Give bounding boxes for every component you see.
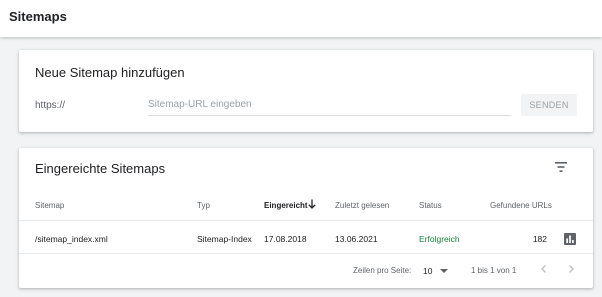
- submit-button[interactable]: SENDEN: [521, 94, 577, 116]
- chevron-right-icon[interactable]: [565, 263, 577, 275]
- url-prefix: https://: [35, 100, 66, 111]
- sitemap-url-input[interactable]: [148, 94, 511, 116]
- arrow-down-icon[interactable]: [307, 198, 317, 210]
- cell-type: Sitemap-Index: [197, 234, 252, 244]
- column-header-status[interactable]: Status: [419, 201, 442, 210]
- column-header-type[interactable]: Typ: [197, 201, 210, 210]
- submitted-sitemaps-card: Eingereichte Sitemaps Sitemap Typ Einger…: [19, 148, 593, 288]
- rows-per-page-label: Zeilen pro Seite:: [353, 266, 412, 275]
- pagination-range: 1 bis 1 von 1: [471, 266, 517, 275]
- rows-per-page-value: 10: [423, 266, 433, 276]
- row-divider: [19, 253, 593, 254]
- caret-down-icon: [440, 269, 448, 273]
- cell-last-read: 13.06.2021: [335, 234, 378, 244]
- column-header-sitemap[interactable]: Sitemap: [35, 201, 64, 210]
- top-app-bar: Sitemaps: [0, 0, 602, 37]
- page-title: Sitemaps: [9, 9, 67, 24]
- submitted-sitemaps-title: Eingereichte Sitemaps: [35, 161, 166, 176]
- status-badge: Erfolgreich: [419, 234, 460, 244]
- header-divider: [19, 220, 593, 221]
- add-sitemap-card: Neue Sitemap hinzufügen https:// SENDEN: [19, 50, 593, 132]
- filter-icon[interactable]: [553, 160, 569, 174]
- bar-chart-icon[interactable]: [564, 233, 576, 245]
- add-sitemap-title: Neue Sitemap hinzufügen: [35, 65, 185, 80]
- column-header-submitted[interactable]: Eingereicht: [264, 201, 308, 210]
- chevron-left-icon[interactable]: [538, 263, 550, 275]
- column-header-found-urls[interactable]: Gefundene URLs: [490, 201, 552, 210]
- cell-submitted: 17.08.2018: [264, 234, 307, 244]
- cell-sitemap: /sitemap_index.xml: [35, 234, 108, 244]
- cell-found-urls: 182: [532, 234, 547, 244]
- rows-per-page-select[interactable]: 10: [421, 262, 451, 278]
- column-header-last-read[interactable]: Zuletzt gelesen: [335, 201, 389, 210]
